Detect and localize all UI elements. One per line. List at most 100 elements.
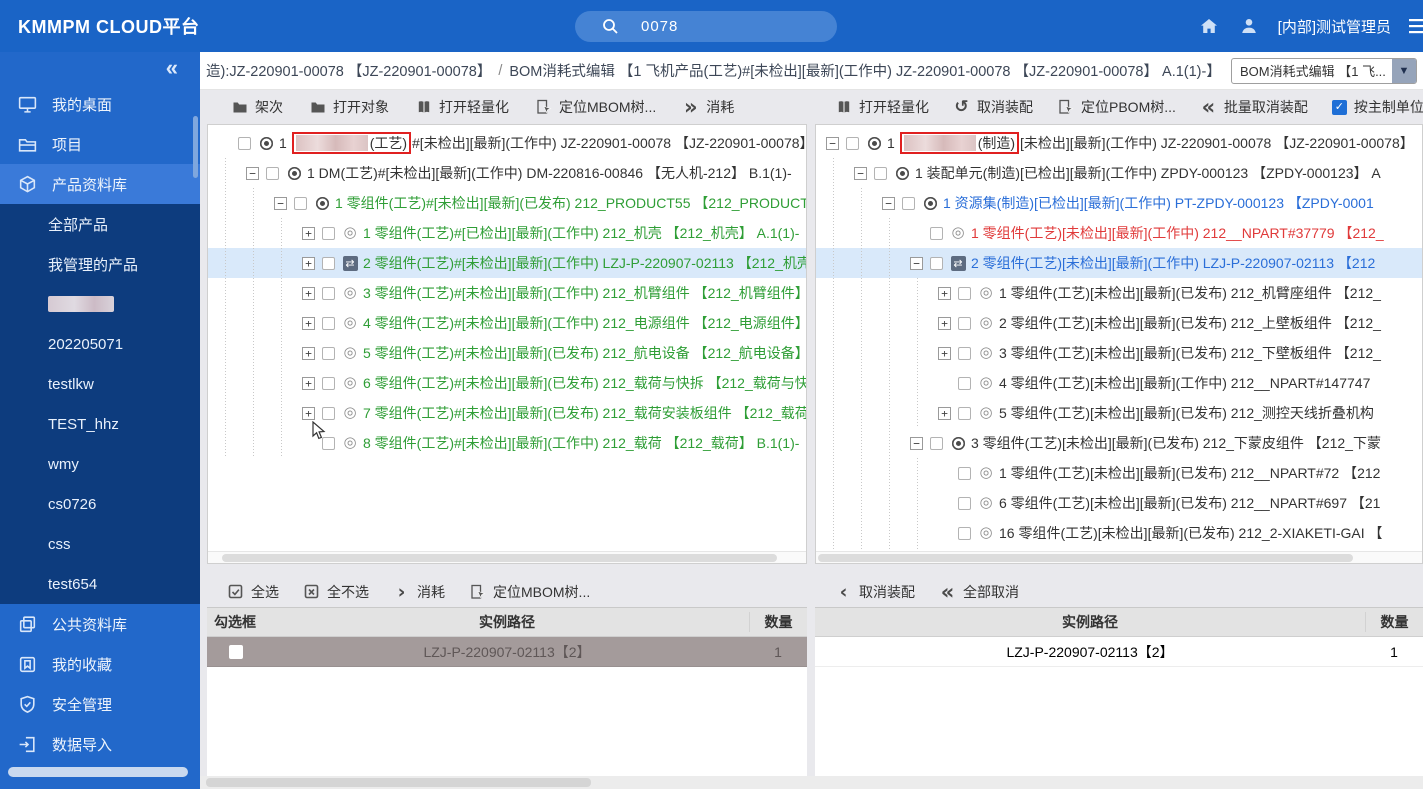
sidebar-item-desktop[interactable]: 我的桌面	[0, 84, 200, 124]
breadcrumb-prefix[interactable]: 造):JZ-220901-00078 【JZ-220901-00078】	[206, 60, 491, 81]
row-checkbox[interactable]	[874, 167, 887, 180]
row-checkbox[interactable]	[930, 227, 943, 240]
expand-toggle-icon[interactable]: +	[938, 407, 951, 420]
expand-toggle-icon[interactable]: +	[302, 377, 315, 390]
tree-row[interactable]: +◎1 零组件(工艺)#[已检出][最新](工作中) 212_机壳 【212_机…	[208, 218, 806, 248]
button-open-lightweight[interactable]: 打开轻量化	[415, 97, 509, 117]
row-checkbox[interactable]	[322, 287, 335, 300]
button-sortie[interactable]: 架次	[231, 97, 283, 117]
collapse-toggle-icon[interactable]: −	[826, 137, 839, 150]
collapse-toggle-icon[interactable]: −	[246, 167, 259, 180]
sidebar-subitem-我管理的产品[interactable]: 我管理的产品	[0, 244, 200, 284]
tree-row[interactable]: +◎5 零组件(工艺)#[未检出][最新](已发布) 212_航电设备 【212…	[208, 338, 806, 368]
tree-row[interactable]: −⇄2 零组件(工艺)[未检出][最新](工作中) LZJ-P-220907-0…	[816, 248, 1422, 278]
tree-row[interactable]: +◎3 零组件(工艺)#[未检出][最新](工作中) 212_机臂组件 【212…	[208, 278, 806, 308]
tree-row[interactable]: +◎2 零组件(工艺)[未检出][最新](已发布) 212_上壁板组件 【212…	[816, 308, 1422, 338]
tree-row[interactable]: +◎3 零组件(工艺)[未检出][最新](已发布) 212_下壁板组件 【212…	[816, 338, 1422, 368]
sidebar-item-favorites[interactable]: 我的收藏	[0, 644, 200, 684]
row-checkbox[interactable]	[958, 527, 971, 540]
sidebar-subitem-wmy[interactable]: wmy	[0, 444, 200, 484]
expand-toggle-icon[interactable]: +	[938, 347, 951, 360]
mbom-tree-hscroll-thumb[interactable]	[222, 554, 777, 562]
button-cancel-assembly[interactable]: ‹取消装配	[835, 582, 915, 602]
sidebar-item-project[interactable]: 项目	[0, 124, 200, 164]
row-checkbox[interactable]	[958, 377, 971, 390]
sidebar-subitem-TEST_hhz[interactable]: TEST_hhz	[0, 404, 200, 444]
menu-icon[interactable]	[1409, 15, 1423, 37]
row-checkbox[interactable]	[322, 347, 335, 360]
button-consume[interactable]: »消耗	[682, 97, 734, 117]
row-checkbox[interactable]	[958, 497, 971, 510]
expand-toggle-icon[interactable]: +	[302, 347, 315, 360]
row-checkbox[interactable]	[266, 167, 279, 180]
user-icon[interactable]	[1238, 15, 1260, 37]
sidebar-item-product-library[interactable]: 产品资料库	[0, 164, 200, 204]
logged-in-user[interactable]: [内部]测试管理员	[1278, 16, 1391, 37]
button-open-lightweight[interactable]: 打开轻量化	[835, 97, 929, 117]
button-open-object[interactable]: 打开对象	[309, 97, 389, 117]
sidebar-subitem-redacted[interactable]	[0, 284, 200, 324]
button-deselect-all[interactable]: 全不选	[303, 582, 369, 602]
tree-row[interactable]: +⇄2 零组件(工艺)#[未检出][最新](工作中) LZJ-P-220907-…	[208, 248, 806, 278]
tree-row[interactable]: 1 (工艺)#[未检出][最新](工作中) JZ-220901-00078 【J…	[208, 128, 806, 158]
row-checkbox[interactable]	[930, 257, 943, 270]
chevron-down-icon[interactable]: ▼	[1392, 59, 1416, 83]
tree-row[interactable]: −1 资源集(制造)[已检出][最新](工作中) PT-ZPDY-000123 …	[816, 188, 1422, 218]
sidebar-subitem-全部产品[interactable]: 全部产品	[0, 204, 200, 244]
row-checkbox[interactable]	[238, 137, 251, 150]
tree-row[interactable]: +◎1 零组件(工艺)[未检出][最新](已发布) 212_机臂座组件 【212…	[816, 278, 1422, 308]
row-checkbox[interactable]	[930, 437, 943, 450]
tree-row[interactable]: ◎6 零组件(工艺)[未检出][最新](已发布) 212__NPART#697 …	[816, 488, 1422, 518]
search-input[interactable]	[639, 17, 789, 36]
expand-toggle-icon[interactable]: +	[302, 317, 315, 330]
button-locate-pbom-tree[interactable]: 定位PBOM树...	[1057, 97, 1176, 117]
pbom-tree-hscroll-thumb[interactable]	[818, 554, 1353, 562]
view-dropdown[interactable]: BOM消耗式编辑 【1 飞... ▼	[1231, 58, 1417, 84]
expand-toggle-icon[interactable]: +	[302, 257, 315, 270]
collapse-toggle-icon[interactable]: −	[882, 197, 895, 210]
collapse-toggle-icon[interactable]: −	[910, 437, 923, 450]
sidebar-subitem-202205071[interactable]: 202205071	[0, 324, 200, 364]
sidebar-item-security[interactable]: 安全管理	[0, 684, 200, 724]
button-locate-mbom-tree[interactable]: 定位MBOM树...	[535, 97, 656, 117]
tree-row[interactable]: +◎6 零组件(工艺)#[未检出][最新](已发布) 212_载荷与快拆 【21…	[208, 368, 806, 398]
row-checkbox[interactable]	[322, 407, 335, 420]
row-checkbox[interactable]	[902, 197, 915, 210]
row-checkbox[interactable]	[229, 645, 243, 659]
row-checkbox[interactable]	[958, 407, 971, 420]
button-cancel-all[interactable]: «全部取消	[939, 582, 1019, 602]
sidebar-vertical-scrollbar[interactable]	[193, 116, 198, 178]
row-checkbox[interactable]	[958, 317, 971, 330]
row-checkbox[interactable]	[958, 467, 971, 480]
tree-row[interactable]: ◎8 零组件(工艺)#[未检出][最新](工作中) 212_载荷 【212_载荷…	[208, 428, 806, 458]
row-checkbox[interactable]	[322, 257, 335, 270]
tree-row[interactable]: ◎4 零组件(工艺)[未检出][最新](工作中) 212__NPART#1477…	[816, 368, 1422, 398]
sidebar-horizontal-scrollbar[interactable]	[8, 767, 188, 777]
tree-row[interactable]: ◎1 零组件(工艺)[未检出][最新](工作中) 212__NPART#3777…	[816, 218, 1422, 248]
tree-row[interactable]: +◎4 零组件(工艺)#[未检出][最新](工作中) 212_电源组件 【212…	[208, 308, 806, 338]
expand-toggle-icon[interactable]: +	[302, 287, 315, 300]
collapse-toggle-icon[interactable]: −	[274, 197, 287, 210]
sidebar-subitem-testlkw[interactable]: testlkw	[0, 364, 200, 404]
table-row[interactable]: LZJ-P-220907-02113【2】1	[815, 637, 1423, 667]
button-locate-mbom-tree[interactable]: 定位MBOM树...	[469, 582, 590, 602]
sidebar-subitem-test654[interactable]: test654	[0, 564, 200, 604]
global-search[interactable]	[575, 11, 837, 42]
button-consume[interactable]: ›消耗	[393, 582, 445, 602]
row-checkbox[interactable]	[322, 227, 335, 240]
tree-row[interactable]: +◎7 零组件(工艺)#[未检出][最新](已发布) 212_载荷安装板组件 【…	[208, 398, 806, 428]
collapse-toggle-icon[interactable]: −	[910, 257, 923, 270]
expand-toggle-icon[interactable]: +	[302, 407, 315, 420]
sidebar-collapse-icon[interactable]: «	[166, 55, 178, 81]
main-hscroll-thumb[interactable]	[206, 778, 591, 787]
filter-checkbox[interactable]: ✓按主制单位过滤	[1332, 97, 1423, 117]
tree-row[interactable]: −1 DM(工艺)#[未检出][最新](工作中) DM-220816-00846…	[208, 158, 806, 188]
button-select-all[interactable]: 全选	[227, 582, 279, 602]
row-checkbox[interactable]	[322, 317, 335, 330]
expand-toggle-icon[interactable]: +	[302, 227, 315, 240]
button-cancel-assembly[interactable]: ↺取消装配	[953, 97, 1033, 117]
row-checkbox[interactable]	[322, 377, 335, 390]
row-checkbox[interactable]	[958, 287, 971, 300]
tree-row[interactable]: −1 装配单元(制造)[已检出][最新](工作中) ZPDY-000123 【Z…	[816, 158, 1422, 188]
tree-row[interactable]: ◎1 零组件(工艺)[未检出][最新](已发布) 212__NPART#72 【…	[816, 458, 1422, 488]
